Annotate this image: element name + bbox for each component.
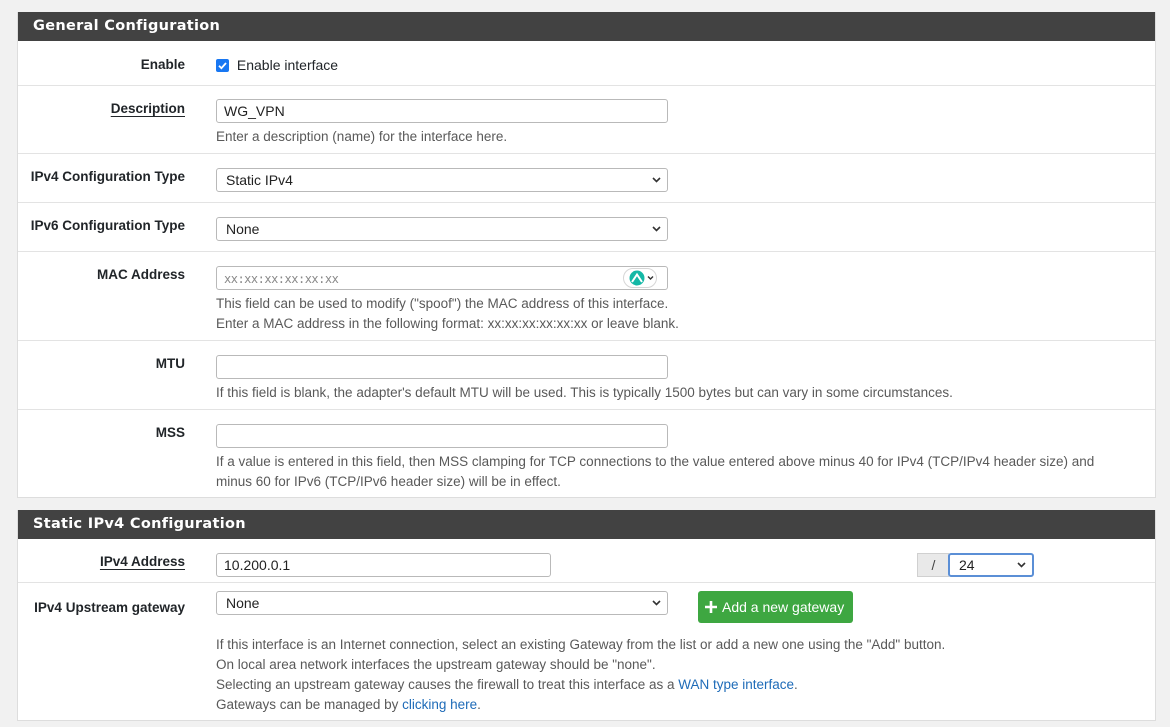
enable-row: Enable Enable interface (18, 41, 1155, 86)
mac-help-2: Enter a MAC address in the following for… (216, 316, 679, 331)
mtu-input[interactable] (216, 355, 668, 379)
add-gateway-button[interactable]: Add a new gateway (698, 591, 854, 623)
ipv4-address-row: IPv4 Address 10.200.0.1 / 24 (18, 539, 1155, 583)
mac-label: MAC Address (96, 267, 185, 282)
cidr-slash: / (917, 553, 949, 577)
ipv6-type-label: IPv6 Configuration Type (30, 218, 185, 233)
ipv4-type-row: IPv4 Configuration Type Static IPv4 (18, 154, 1155, 203)
gateway-row: IPv4 Upstream gateway None Add a new gat… (18, 583, 1155, 721)
gateway-help-1: If this interface is an Internet connect… (216, 637, 946, 652)
enable-checkbox[interactable] (216, 59, 229, 72)
mss-row: MSS If a value is entered in this field,… (18, 410, 1155, 498)
description-row: Description WG_VPN Enter a description (… (18, 86, 1155, 154)
plus-icon (705, 601, 717, 613)
ipv4-address-input[interactable]: 10.200.0.1 (216, 553, 551, 577)
mtu-label: MTU (155, 356, 185, 371)
static-ipv4-panel: Static IPv4 Configuration IPv4 Address 1… (17, 510, 1156, 721)
gateway-select[interactable]: None (216, 591, 668, 615)
description-input[interactable]: WG_VPN (216, 99, 668, 123)
chevron-down-icon (652, 226, 661, 232)
gateway-value: None (226, 595, 260, 611)
cidr-prefix-value: 24 (959, 557, 975, 573)
gateway-help-3: Selecting an upstream gateway causes the… (216, 675, 798, 695)
ipv4-type-label: IPv4 Configuration Type (30, 169, 185, 184)
wan-type-interface-link[interactable]: WAN type interface (678, 677, 794, 692)
ipv4-address-label: IPv4 Address (99, 554, 185, 569)
description-help: Enter a description (name) for the inter… (216, 129, 508, 144)
enable-checkbox-group[interactable]: Enable interface (216, 57, 338, 73)
ipv4-type-value: Static IPv4 (226, 172, 293, 188)
check-icon (218, 62, 227, 70)
chevron-down-icon (1017, 562, 1026, 568)
autofill-logo-icon (629, 270, 654, 286)
clicking-here-link[interactable]: clicking here (402, 697, 477, 712)
general-configuration-panel: General Configuration Enable Enable inte… (17, 12, 1156, 498)
gateway-help-3-end: . (794, 677, 798, 692)
mtu-row: MTU If this field is blank, the adapter'… (18, 341, 1155, 410)
add-gateway-label: Add a new gateway (722, 599, 845, 615)
mac-help-1: This field can be used to modify ("spoof… (216, 296, 669, 311)
gateway-help-4-text: Gateways can be managed by (216, 697, 403, 712)
gateway-help-2: On local area network interfaces the ups… (216, 657, 656, 672)
gateway-label: IPv4 Upstream gateway (34, 600, 185, 615)
enable-label: Enable (140, 57, 185, 72)
mss-label: MSS (155, 425, 185, 440)
mss-input[interactable] (216, 424, 668, 448)
panel-heading-static-ipv4: Static IPv4 Configuration (18, 510, 1155, 539)
cidr-prefix-select[interactable]: 24 (948, 553, 1034, 577)
mss-help-1: If a value is entered in this field, the… (216, 454, 1095, 469)
chevron-down-icon (652, 177, 661, 183)
mac-input[interactable]: xx:xx:xx:xx:xx:xx (216, 266, 668, 290)
mac-row: MAC Address xx:xx:xx:xx:xx:xx This field… (18, 252, 1155, 341)
ipv6-type-row: IPv6 Configuration Type None (18, 203, 1155, 252)
ipv4-type-select[interactable]: Static IPv4 (216, 168, 668, 192)
gateway-help-4: Gateways can be managed by clicking here… (216, 695, 481, 715)
chevron-down-icon (652, 600, 661, 606)
enable-checkbox-label: Enable interface (236, 57, 339, 73)
mss-help-2: minus 60 for IPv6 (TCP/IPv6 header size)… (216, 474, 561, 489)
autofill-extension-icon[interactable] (623, 268, 657, 288)
gateway-help-4-end: . (477, 697, 481, 712)
ipv6-type-value: None (226, 221, 260, 237)
panel-heading-general: General Configuration (18, 12, 1155, 41)
gateway-help-3-text: Selecting an upstream gateway causes the… (216, 677, 679, 692)
description-label: Description (110, 101, 185, 116)
ipv6-type-select[interactable]: None (216, 217, 668, 241)
mac-placeholder: xx:xx:xx:xx:xx:xx (224, 272, 339, 286)
mtu-help: If this field is blank, the adapter's de… (216, 385, 953, 400)
